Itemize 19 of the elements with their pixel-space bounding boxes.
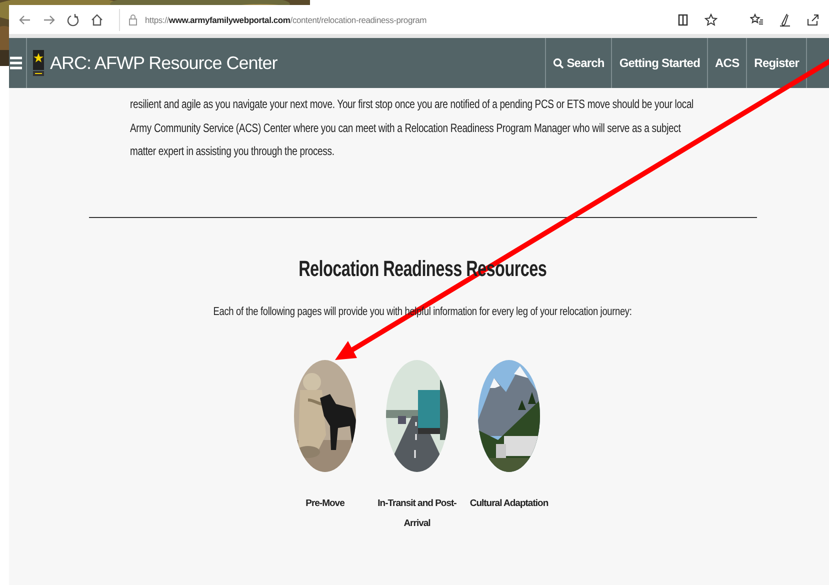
star-icon[interactable]: [704, 12, 718, 26]
resource-link[interactable]: Cultural Adaptation: [470, 494, 548, 514]
star-logo-icon: [33, 50, 44, 76]
home-icon[interactable]: [90, 12, 104, 26]
favorites-icon[interactable]: [750, 12, 764, 26]
address-field[interactable]: https://www.armyfamilywebportal.com/content/relocation-readiness-program: [145, 14, 427, 24]
forward-icon[interactable]: [42, 12, 56, 26]
share-icon[interactable]: [806, 12, 820, 26]
refresh-icon[interactable]: [66, 12, 80, 26]
pen-icon[interactable]: [778, 12, 792, 26]
menu-icon[interactable]: [10, 56, 22, 70]
site-title[interactable]: ARC: AFWP Resource Center: [50, 52, 545, 74]
intro-paragraph: resilient and agile as you navigate your next move. Your first stop once you are notified of a pending PCS or ETS move should be your local Army Community Service (ACS) Center where you can meet with a Relocation Readiness Program Manager who will serve as a subject matter expert in assisting you through the process.: [130, 96, 695, 160]
resource-link[interactable]: Pre-Move: [306, 494, 344, 514]
book-icon[interactable]: [676, 12, 690, 26]
resource-link[interactable]: In-Transit and Post-Arrival: [371, 494, 463, 534]
search-icon: [552, 58, 564, 68]
back-icon[interactable]: [18, 12, 32, 26]
lock-icon: [126, 12, 140, 26]
